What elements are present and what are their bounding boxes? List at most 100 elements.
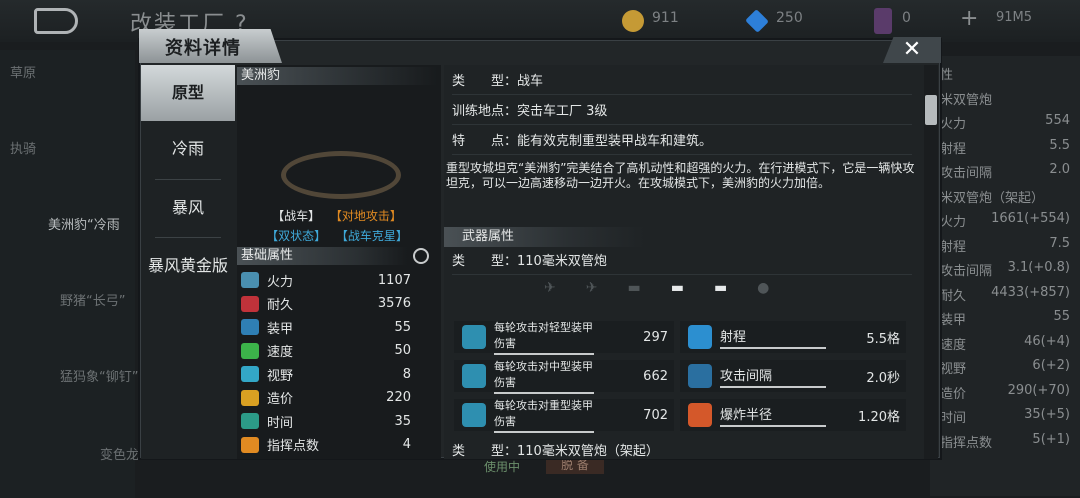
tab-storm-gold[interactable]: 暴风黄金版: [141, 238, 235, 294]
armor-class-icon: [462, 403, 486, 427]
weapon-stat-value: 1.20格: [858, 409, 900, 425]
card-icon: [874, 8, 892, 34]
info-label: 特 点：: [452, 134, 518, 149]
info-training: 训练地点：突击车工厂 3级: [452, 99, 912, 125]
ship-icon: ▬: [713, 280, 728, 296]
background-stat-row: 米双管炮（架起）: [940, 187, 1070, 206]
stat-icon: [241, 389, 259, 406]
stat-value: 290(+70): [1007, 382, 1070, 398]
stat-value: 4433(+857): [991, 284, 1070, 300]
tag-row-1: 【战车】 【对地攻击】: [237, 207, 437, 224]
tank-icon: ▬: [670, 280, 684, 296]
background-stat-row: 射程 7.5: [940, 236, 1070, 255]
weapon-stat-value: 2.0秒: [866, 370, 900, 386]
stat-icon: [241, 413, 259, 429]
background-stat-row: 攻击间隔 2.0: [940, 162, 1070, 181]
weapon-stat-label: 每轮攻击对中型装甲伤害: [494, 358, 594, 394]
stat-value: 50: [394, 343, 411, 358]
background-stat-row: 米双管炮: [940, 89, 1070, 108]
background-stat-row: 火力 1661(+554): [940, 211, 1070, 230]
tab-prototype[interactable]: 原型: [141, 65, 235, 121]
submarine-icon: ●: [757, 280, 770, 296]
refresh-icon[interactable]: [413, 248, 429, 264]
tab-cold-rain[interactable]: 冷雨: [141, 121, 235, 177]
background-stat-row: 速度 46(+4): [940, 334, 1070, 353]
background-stat-row: 视野 6(+2): [940, 358, 1070, 377]
background-stat-row: 装甲 55: [940, 309, 1070, 328]
stat-icon: [241, 342, 259, 359]
stat-value: 8: [402, 366, 411, 382]
weapon-stat-label: 攻击间隔: [720, 365, 826, 388]
stat-row: 耐久 3576: [241, 293, 411, 315]
stat-label: 造价: [267, 392, 294, 407]
stat-label: 指挥点数: [940, 435, 993, 451]
stat-value: 5(+1): [1032, 431, 1070, 447]
tag-row-2: 【双状态】 【战车克星】: [237, 227, 437, 244]
weapon-damage-row: 每轮攻击对重型装甲伤害 702: [454, 397, 674, 433]
range-icon: [688, 325, 712, 349]
stat-value: 7.5: [1049, 235, 1070, 251]
stat-icon: [241, 436, 259, 453]
card-count: 0: [902, 10, 911, 26]
stat-icon: [241, 295, 259, 312]
weapon-stat-label: 爆炸半径: [720, 404, 826, 427]
tag-vehicle: 【战车】: [272, 209, 321, 223]
stat-label: 时间: [940, 411, 967, 426]
infantry-icon: ✈: [544, 280, 556, 296]
weapon-damage-row: 每轮攻击对中型装甲伤害 662: [454, 358, 674, 394]
diamond-icon: [745, 9, 769, 33]
stat-row: 视野 8: [241, 363, 411, 385]
weapon-stat-value: 5.5格: [866, 331, 900, 347]
close-button[interactable]: ✕: [883, 37, 941, 63]
list-item[interactable]: 草原: [10, 62, 130, 81]
stat-value: 55: [1053, 309, 1070, 324]
background-unit-list: 草原 执骑 美洲豹“冷雨 野猪“长弓” 猛犸象“铆钉” 变色龙: [0, 50, 139, 498]
stat-value: 554: [1045, 113, 1070, 128]
detail-content: 类 型：战车 训练地点：突击车工厂 3级 特 点：能有效克制重型装甲战车和建筑。…: [444, 65, 924, 459]
list-item[interactable]: 执骑: [10, 138, 130, 157]
stat-label: 速度: [267, 345, 294, 360]
stat-value: 2.0: [1049, 162, 1070, 177]
weapon-stat-value: 702: [643, 407, 668, 423]
stat-label: 指挥点数: [267, 439, 320, 454]
diamond-count: 250: [776, 10, 803, 26]
stat-value: 35(+5): [1024, 407, 1070, 422]
modal-title-tab: 资料详情: [139, 29, 282, 63]
stat-icon: [241, 366, 259, 382]
scrollbar[interactable]: [924, 65, 938, 459]
stat-label: 射程: [940, 239, 967, 255]
interval-icon: [688, 364, 712, 388]
stat-label: 造价: [940, 386, 967, 402]
stat-label: 视野: [267, 368, 294, 384]
helicopter-icon: ▬: [627, 280, 641, 296]
stat-value: 35: [394, 413, 411, 429]
base-attributes-header: 基础属性: [237, 247, 407, 265]
in-use-label: 使用中: [484, 460, 521, 474]
stat-row: 速度 50: [241, 340, 411, 362]
stat-label: 装甲: [267, 321, 294, 337]
info-value: 突击车工厂 3级: [517, 104, 608, 119]
tab-storm[interactable]: 暴风: [141, 180, 235, 236]
back-button[interactable]: [34, 8, 78, 34]
stat-label: 米双管炮: [940, 92, 993, 108]
modal-title: 资料详情: [165, 38, 241, 59]
background-stat-row: 指挥点数 5(+1): [940, 432, 1070, 451]
stat-value: 5.5: [1049, 137, 1070, 153]
tag-ground-attack: 【对地攻击】: [329, 209, 402, 223]
scrollbar-thumb[interactable]: [925, 95, 937, 125]
weapon-stat-label: 每轮攻击对重型装甲伤害: [494, 397, 594, 433]
stat-value: 1107: [377, 272, 411, 288]
info-feature: 特 点：能有效克制重型装甲战车和建筑。: [452, 129, 912, 155]
variant-tabs: 原型 冷雨 暴风 暴风黄金版: [141, 65, 237, 459]
stat-value: 46(+4): [1024, 333, 1070, 349]
weapon-type: 110毫米双管炮: [517, 254, 607, 269]
close-icon[interactable]: ✕: [903, 37, 921, 62]
stat-value: 220: [386, 390, 411, 405]
blast-icon: [688, 403, 712, 427]
aircraft-icon: ✈: [585, 280, 598, 296]
stat-label: 攻击间隔: [940, 166, 993, 181]
weapon-attribute-row: 爆炸半径 1.20格: [680, 399, 906, 431]
plus-button[interactable]: +: [960, 6, 978, 31]
stat-label: 火力: [940, 117, 967, 132]
info-label: 类 型：: [452, 74, 518, 89]
